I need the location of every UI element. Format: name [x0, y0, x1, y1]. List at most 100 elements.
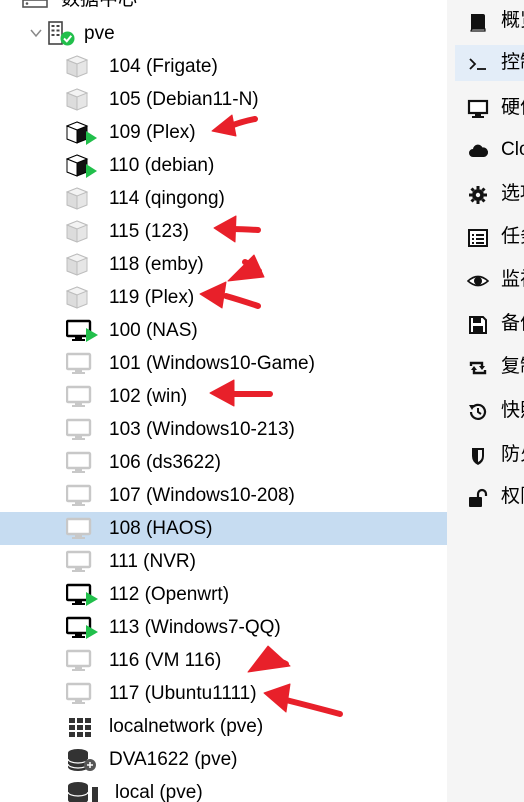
tree-item-vm[interactable]: 100 (NAS): [0, 314, 447, 347]
monitor-icon: [66, 550, 100, 574]
tree-item-ct[interactable]: 109 (Plex): [0, 116, 447, 149]
shield-icon: [467, 445, 489, 467]
monitor-icon: [66, 319, 100, 343]
tree-item-vm[interactable]: 112 (Openwrt): [0, 578, 447, 611]
tree-item-ct[interactable]: 118 (emby): [0, 248, 447, 281]
tree-item-label: 119 (Plex): [109, 287, 195, 308]
tree-item-vm[interactable]: 111 (NVR): [0, 545, 447, 578]
menu-item[interactable]: 快照: [455, 393, 524, 429]
node-label: pve: [84, 23, 115, 44]
tree-item-label: local (pve): [115, 782, 203, 802]
menu-item-label: 选项: [501, 183, 524, 204]
network-grid-icon: [66, 715, 100, 739]
tree-item-vm[interactable]: 106 (ds3622): [0, 446, 447, 479]
tree-item-ct[interactable]: 104 (Frigate): [0, 50, 447, 83]
tree-item-ct[interactable]: 110 (debian): [0, 149, 447, 182]
menu-item-label: 硬件: [501, 97, 524, 118]
monitor-icon: [66, 517, 100, 541]
tree-item-vm[interactable]: 113 (Windows7-QQ): [0, 611, 447, 644]
tree-item-vm[interactable]: 103 (Windows10-213): [0, 413, 447, 446]
menu-item[interactable]: 复制: [455, 349, 524, 385]
history-icon: [467, 401, 489, 423]
container-icon: [66, 55, 100, 79]
monitor-icon: [66, 616, 100, 640]
tree-item-ct[interactable]: 114 (qingong): [0, 182, 447, 215]
server-rack-icon: [22, 0, 54, 11]
container-icon: [66, 88, 100, 112]
database-icon: [66, 748, 100, 772]
tree-item-label: 116 (VM 116): [109, 650, 222, 671]
tree-item-label: 103 (Windows10-213): [109, 419, 295, 440]
tree-item-datacenter[interactable]: 数据中心: [0, 0, 447, 16]
tree-item-label: 100 (NAS): [109, 320, 198, 341]
menu-item[interactable]: 监视器: [455, 262, 524, 298]
tree-item-label: 108 (HAOS): [109, 518, 213, 539]
menu-item-label: 防火墙: [501, 444, 524, 465]
tree-item-label: 107 (Windows10-208): [109, 485, 295, 506]
retweet-icon: [467, 357, 489, 379]
menu-item[interactable]: Cloud-Init: [455, 132, 524, 168]
resource-tree: 数据中心 pve 104 (Frigate): [0, 0, 447, 802]
menu-item-label: 控制台: [501, 52, 524, 73]
tree-item-label: 111 (NVR): [109, 551, 196, 572]
menu-item-label: 快照: [501, 400, 524, 421]
menu-item-label: 概览: [501, 10, 524, 31]
panel-divider[interactable]: [447, 0, 455, 802]
menu-item[interactable]: 防火墙: [455, 437, 524, 473]
eye-icon: [467, 270, 489, 292]
menu-item-label: 任务历史: [501, 226, 524, 247]
tree-item-node-pve[interactable]: pve: [0, 17, 447, 50]
menu-item[interactable]: 选项: [455, 176, 524, 212]
tree-item-label: 117 (Ubuntu1111): [109, 683, 257, 704]
tree-item-vm[interactable]: 108 (HAOS): [0, 512, 447, 545]
tree-item-label: localnetwork (pve): [109, 716, 264, 737]
menu-item-label: 权限: [501, 486, 524, 507]
menu-item[interactable]: 任务历史: [455, 219, 524, 255]
menu-item-label: Cloud-Init: [501, 139, 524, 160]
vm-side-menu: 概览控制台硬件 Cloud-Init 选项任务历史监视器备份复制快照防火墙权限: [455, 0, 524, 802]
database-icon: [66, 781, 100, 802]
tree-item-label: 112 (Openwrt): [109, 584, 230, 605]
tree-item-label: 113 (Windows7-QQ): [109, 617, 281, 638]
tree-item-storage[interactable]: DVA1622 (pve): [0, 743, 447, 776]
monitor-icon: [66, 583, 100, 607]
container-icon: [66, 220, 100, 244]
gear-icon: [467, 184, 489, 206]
menu-item[interactable]: 备份: [455, 306, 524, 342]
tree-item-label: 109 (Plex): [109, 122, 196, 143]
tree-item-vm[interactable]: 116 (VM 116): [0, 644, 447, 677]
monitor-icon: [66, 385, 100, 409]
menu-item[interactable]: 权限: [455, 479, 524, 515]
tree-item-ct[interactable]: 115 (123): [0, 215, 447, 248]
cloud-icon: [467, 140, 489, 162]
tree-item-ct[interactable]: 119 (Plex): [0, 281, 447, 314]
book-icon: [467, 11, 489, 33]
container-icon: [66, 187, 100, 211]
tree-item-vm[interactable]: 117 (Ubuntu1111): [0, 677, 447, 710]
tree-item-label: 106 (ds3622): [109, 452, 221, 473]
tree-item-vm[interactable]: 101 (Windows10-Game): [0, 347, 447, 380]
menu-item-label: 复制: [501, 356, 524, 377]
tree-item-vm[interactable]: 102 (win): [0, 380, 447, 413]
menu-item[interactable]: 控制台: [455, 45, 524, 81]
tree-item-ct[interactable]: 105 (Debian11-N): [0, 83, 447, 116]
tree-item-label: 102 (win): [109, 386, 188, 407]
chevron-down-icon[interactable]: [29, 26, 43, 40]
tree-item-storage-local[interactable]: local (pve): [0, 776, 447, 802]
container-icon: [66, 154, 100, 178]
menu-item[interactable]: 概览: [455, 3, 524, 39]
tree-item-network[interactable]: localnetwork (pve): [0, 710, 447, 743]
container-icon: [66, 121, 100, 145]
tree-item-label: 110 (debian): [109, 155, 215, 176]
container-icon: [66, 286, 100, 310]
monitor-icon: [66, 418, 100, 442]
menu-item-label: 监视器: [501, 269, 524, 290]
unlock-icon: [467, 487, 489, 509]
menu-item[interactable]: 硬件: [455, 90, 524, 126]
tree-item-label: 104 (Frigate): [109, 56, 218, 77]
menu-item-label: 备份: [501, 313, 524, 334]
tree-item-vm[interactable]: 107 (Windows10-208): [0, 479, 447, 512]
tree-item-label: DVA1622 (pve): [109, 749, 238, 770]
tree-item-label: 118 (emby): [109, 254, 204, 275]
server-node-icon: [46, 21, 78, 47]
